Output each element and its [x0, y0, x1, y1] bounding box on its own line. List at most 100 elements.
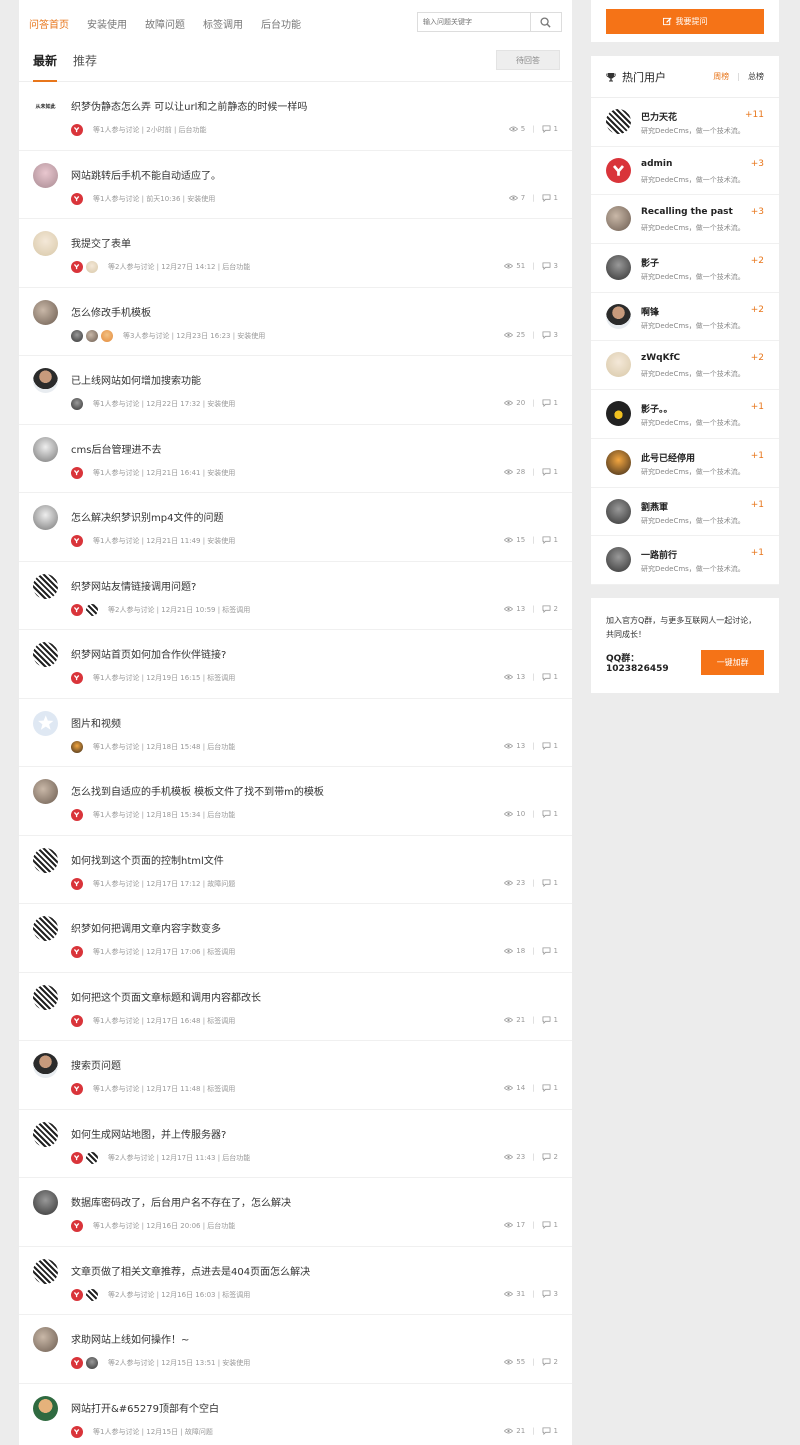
hot-user-item[interactable]: 一路前行 研究DedeCms，做一个技术流。 +1	[591, 536, 779, 585]
hot-user-item[interactable]: 啊锋 研究DedeCms，做一个技术流。 +2	[591, 293, 779, 342]
author-avatar[interactable]	[33, 984, 58, 1010]
question-item[interactable]: 已上线网站如何增加搜索功能 等1人参与讨论 | 12月22日 17:32 | 安装…	[19, 356, 572, 425]
question-item[interactable]: 数据库密码改了，后台用户名不存在了，怎么解决 等1人参与讨论 | 12月16日 2…	[19, 1178, 572, 1247]
user-avatar[interactable]	[606, 498, 631, 524]
author-avatar[interactable]	[33, 1190, 58, 1215]
question-title[interactable]: 织梦网站首页如何加合作伙伴链接?	[71, 646, 226, 661]
question-item[interactable]: 我提交了表单 等2人参与讨论 | 12月27日 14:12 | 后台功能 51 | 3	[19, 219, 572, 288]
question-title[interactable]: 已上线网站如何增加搜索功能	[71, 372, 201, 387]
hot-user-item[interactable]: admin 研究DedeCms，做一个技术流。 +3	[591, 147, 779, 196]
author-avatar[interactable]	[33, 436, 58, 462]
question-title[interactable]: 文章页做了相关文章推荐，点进去是404页面怎么解决	[71, 1263, 310, 1278]
hot-user-item[interactable]: 此号已经停用 研究DedeCms，做一个技术流。 +1	[591, 439, 779, 488]
participant-avatar[interactable]	[71, 261, 83, 273]
question-item[interactable]: 网站打开&#65279顶部有个空白 等1人参与讨论 | 12月15日 | 故障问题…	[19, 1384, 572, 1445]
participant-avatar[interactable]	[71, 398, 83, 410]
question-title[interactable]: 织梦网站友情链接调用问题?	[71, 578, 196, 593]
hot-user-item[interactable]: 劉燕軍 研究DedeCms，做一个技术流。 +1	[591, 488, 779, 537]
author-avatar[interactable]	[33, 710, 58, 736]
tab-weekly[interactable]: 周榜	[713, 71, 729, 82]
question-title[interactable]: 图片和视频	[71, 715, 121, 730]
question-item[interactable]: 图片和视频 等1人参与讨论 | 12月18日 15:48 | 后台功能 13 | 1	[19, 699, 572, 767]
user-name[interactable]: 劉燕軍	[641, 500, 668, 513]
user-name[interactable]: 影子。。	[641, 402, 673, 415]
question-title[interactable]: cms后台管理进不去	[71, 441, 161, 456]
question-item[interactable]: 怎么解决织梦识别mp4文件的问题 等1人参与讨论 | 12月21日 11:49 |…	[19, 493, 572, 562]
participant-avatar[interactable]	[71, 192, 83, 205]
participant-avatar[interactable]	[71, 329, 83, 342]
nav-item-faults[interactable]: 故障问题	[145, 16, 185, 31]
ask-question-button[interactable]: 我要提问	[606, 9, 764, 34]
participant-avatar[interactable]	[71, 809, 83, 821]
author-avatar[interactable]	[33, 1395, 58, 1421]
nav-item-admin[interactable]: 后台功能	[261, 16, 301, 31]
participant-avatar[interactable]	[71, 1425, 83, 1438]
author-avatar[interactable]	[33, 299, 58, 325]
user-avatar[interactable]	[606, 255, 631, 281]
author-avatar[interactable]	[33, 573, 58, 599]
question-title[interactable]: 如何把这个页面文章标题和调用内容都改长	[71, 989, 261, 1004]
author-avatar[interactable]	[33, 779, 58, 804]
question-title[interactable]: 网站打开&#65279顶部有个空白	[71, 1400, 219, 1415]
author-avatar[interactable]	[33, 162, 58, 188]
question-item[interactable]: 怎么修改手机模板 等3人参与讨论 | 12月23日 16:23 | 安装使用 25 |…	[19, 288, 572, 356]
user-avatar[interactable]	[606, 352, 631, 378]
tab-latest[interactable]: 最新	[33, 52, 58, 82]
user-avatar[interactable]	[606, 157, 631, 183]
participant-avatar[interactable]	[86, 261, 98, 273]
participant-avatar[interactable]	[71, 672, 83, 684]
question-item[interactable]: 文章页做了相关文章推荐，点进去是404页面怎么解决 等2人参与讨论 | 12月16…	[19, 1247, 572, 1315]
participant-avatar[interactable]	[71, 1357, 83, 1369]
user-name[interactable]: 啊锋	[641, 305, 659, 318]
author-avatar[interactable]	[33, 231, 58, 256]
question-item[interactable]: 如何把这个页面文章标题和调用内容都改长 等1人参与讨论 | 12月17日 16:4…	[19, 973, 572, 1041]
question-title[interactable]: 如何生成网站地图，并上传服务器?	[71, 1126, 226, 1141]
nav-item-tags[interactable]: 标签调用	[203, 16, 243, 31]
hot-user-item[interactable]: 巴力天花 研究DedeCms，做一个技术流。 +11	[591, 98, 779, 147]
author-avatar[interactable]	[33, 1121, 58, 1147]
user-name[interactable]: Recalling the past	[641, 207, 733, 217]
user-name[interactable]: 巴力天花	[641, 110, 677, 123]
participant-avatar[interactable]	[86, 1151, 98, 1164]
question-item[interactable]: 网站跳转后手机不能自动适应了。 等1人参与讨论 | 前天10:36 | 安装使用 7…	[19, 151, 572, 219]
question-title[interactable]: 我提交了表单	[71, 235, 131, 250]
question-title[interactable]: 搜索页问题	[71, 1057, 121, 1072]
participant-avatar[interactable]	[86, 603, 98, 616]
user-name[interactable]: zWqKfC	[641, 353, 680, 363]
question-title[interactable]: 数据库密码改了，后台用户名不存在了，怎么解决	[71, 1194, 291, 1209]
author-avatar[interactable]	[33, 368, 58, 393]
participant-avatar[interactable]	[71, 603, 83, 616]
participant-avatar[interactable]	[86, 1357, 98, 1369]
user-avatar[interactable]	[606, 401, 631, 427]
question-item[interactable]: 如何生成网站地图，并上传服务器? 等2人参与讨论 | 12月17日 11:43 |…	[19, 1110, 572, 1178]
participant-avatar[interactable]	[71, 1014, 83, 1027]
pending-answer-button[interactable]: 待回答	[496, 50, 560, 70]
join-group-button[interactable]: 一键加群	[701, 650, 764, 675]
question-item[interactable]: cms后台管理进不去 等1人参与讨论 | 12月21日 16:41 | 安装使用 2…	[19, 425, 572, 493]
question-title[interactable]: 怎么找到自适应的手机模板 模板文件了找不到带m的模板	[71, 783, 324, 798]
participant-avatar[interactable]	[71, 877, 83, 890]
participant-avatar[interactable]	[71, 124, 83, 136]
question-item[interactable]: 织梦网站首页如何加合作伙伴链接? 等1人参与讨论 | 12月19日 16:15 |…	[19, 630, 572, 699]
hot-user-item[interactable]: zWqKfC 研究DedeCms，做一个技术流。 +2	[591, 341, 779, 391]
question-item[interactable]: 搜索页问题 等1人参与讨论 | 12月17日 11:48 | 标签调用 14 | 1	[19, 1041, 572, 1110]
question-title[interactable]: 网站跳转后手机不能自动适应了。	[71, 167, 221, 182]
user-name[interactable]: 此号已经停用	[641, 451, 695, 464]
user-avatar[interactable]	[606, 547, 631, 573]
question-item[interactable]: 求助网站上线如何操作！~ 等2人参与讨论 | 12月15日 13:51 | 安装使…	[19, 1315, 572, 1384]
participant-avatar[interactable]	[71, 535, 83, 547]
question-item[interactable]: 织梦网站友情链接调用问题? 等2人参与讨论 | 12月21日 10:59 | 标签…	[19, 562, 572, 630]
question-item[interactable]: 如何找到这个页面的控制html文件 等1人参与讨论 | 12月17日 17:12 …	[19, 836, 572, 904]
author-avatar[interactable]	[33, 1327, 58, 1352]
participant-avatar[interactable]	[71, 1220, 83, 1232]
user-name[interactable]: 影子	[641, 256, 659, 269]
nav-item-install[interactable]: 安装使用	[87, 16, 127, 31]
author-avatar[interactable]	[33, 1053, 58, 1078]
user-avatar[interactable]	[606, 109, 631, 134]
author-avatar[interactable]	[33, 1258, 58, 1284]
participant-avatar[interactable]	[71, 740, 83, 753]
participant-avatar[interactable]	[86, 1288, 98, 1301]
question-title[interactable]: 怎么解决织梦识别mp4文件的问题	[71, 509, 223, 524]
participant-avatar[interactable]	[71, 1288, 83, 1301]
user-avatar[interactable]	[606, 303, 631, 329]
